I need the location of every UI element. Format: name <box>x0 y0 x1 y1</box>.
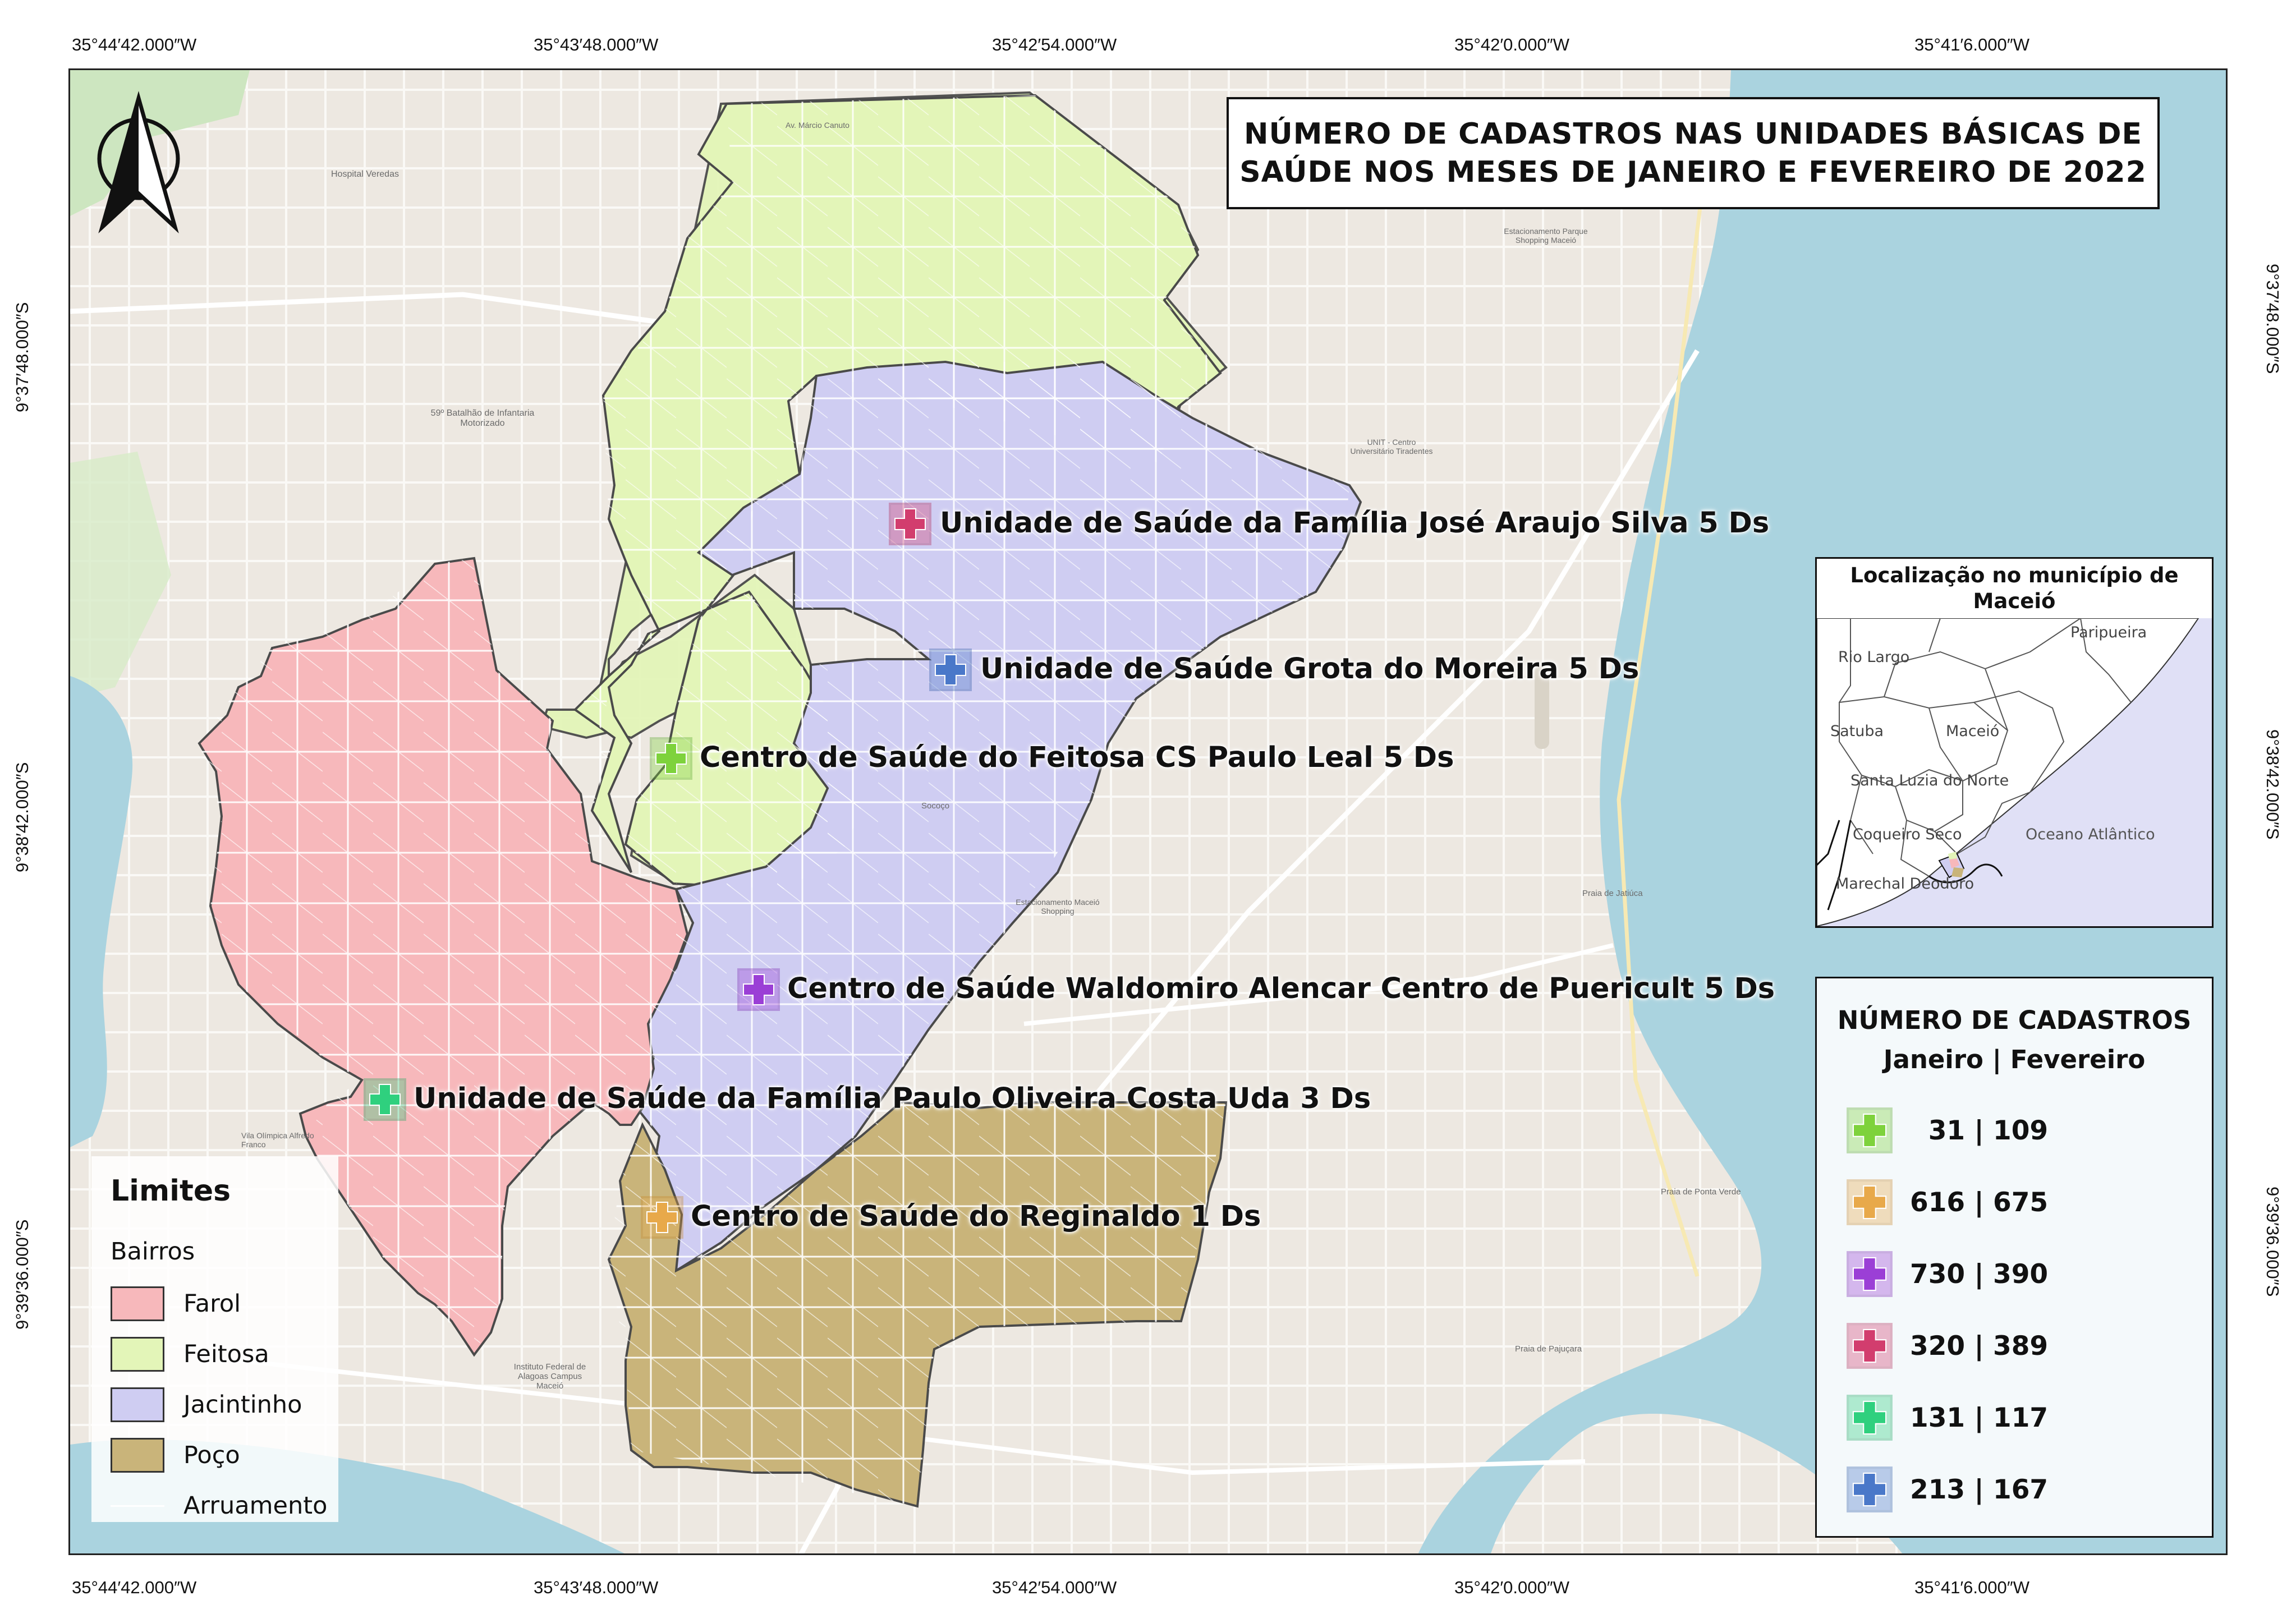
latitude-label-2: 9°38′42.000″S <box>12 762 33 872</box>
longitude-label-bottom-3: 35°42′54.000″W <box>992 1578 1117 1598</box>
legend-cross-icon-crimson <box>1846 1322 1893 1369</box>
feitosa-label: Feitosa <box>183 1340 269 1368</box>
basemap-label-batalhao: 59º Batalhão de Infantaria Motorizado <box>426 408 539 429</box>
limits-item-poco: Poço <box>111 1436 240 1475</box>
basemap-label-vila-olimpica: Vila Olímpica Alfredo Franco <box>241 1131 325 1149</box>
legend-cross-icon-orange <box>1846 1179 1893 1226</box>
longitude-label-bottom-4: 35°42′0.000″W <box>1454 1578 1569 1598</box>
inset-place-oceano: Oceano Atlântico <box>2026 826 2155 843</box>
map-title-line-2: SAÚDE NOS MESES DE JANEIRO E FEVEREIRO D… <box>1239 153 2147 191</box>
limits-item-feitosa: Feitosa <box>111 1335 269 1374</box>
basemap-label-parque-shopping: Estacionamento Parque Shopping Maceió <box>1498 227 1594 245</box>
map-title-box: NÚMERO DE CADASTROS NAS UNIDADES BÁSICAS… <box>1227 97 2160 209</box>
cross-icon-grota-moreira[interactable] <box>929 648 972 692</box>
cross-icon-paulo-oliveira[interactable] <box>363 1078 407 1121</box>
health-unit-label-waldomiro: Centro de Saúde Waldomiro Alencar Centro… <box>787 972 1775 1005</box>
legend-cross-icon-green <box>1846 1107 1893 1154</box>
longitude-label-1: 35°44′42.000″W <box>72 35 196 55</box>
limits-item-jacintinho: Jacintinho <box>111 1385 302 1424</box>
basemap-label-ponta-verde: Praia de Ponta Verde <box>1661 1187 1741 1197</box>
health-unit-label-paulo-oliveira: Unidade de Saúde da Família Paulo Olivei… <box>414 1082 1371 1115</box>
latitude-label-1: 9°37′48.000″S <box>12 302 33 412</box>
legend-cross-icon-teal <box>1846 1394 1893 1441</box>
location-inset: Localização no município de Maceió Rio L… <box>1815 557 2214 928</box>
longitude-label-5: 35°41′6.000″W <box>1914 35 2029 55</box>
cross-icon-reginaldo[interactable] <box>640 1196 684 1239</box>
latitude-label-right-1: 9°37′48.000″S <box>2262 264 2283 374</box>
legend-row-paulo-oliveira: 131 | 117 <box>1846 1392 2048 1443</box>
legend-value-feitosa: 31 | 109 <box>1910 1115 2048 1146</box>
inset-place-maceio: Maceió <box>1946 723 1999 740</box>
cross-icon-jose-araujo[interactable] <box>888 502 932 546</box>
cross-icon-feitosa[interactable] <box>649 737 693 780</box>
basemap-label-sococo: Socoço <box>921 801 949 811</box>
inset-title-line-2: Maceió <box>1973 588 2056 614</box>
basemap-label-av-marcio-canuto: Av. Márcio Canuto <box>786 121 849 130</box>
health-unit-label-reginaldo: Centro de Saúde do Reginaldo 1 Ds <box>691 1200 1261 1233</box>
poco-label: Poço <box>183 1441 240 1469</box>
jacintinho-label: Jacintinho <box>183 1391 302 1419</box>
inset-title: Localização no município de Maceió <box>1817 559 2212 620</box>
count-legend-title: NÚMERO DE CADASTROS <box>1817 1005 2212 1035</box>
basemap-label-hospital-veredas: Hospital Veredas <box>331 169 399 180</box>
limits-item-farol: Farol <box>111 1284 241 1323</box>
longitude-label-3: 35°42′54.000″W <box>992 35 1117 55</box>
longitude-label-4: 35°42′0.000″W <box>1454 35 1569 55</box>
health-unit-label-grota-moreira: Unidade de Saúde Grota do Moreira 5 Ds <box>980 652 1639 686</box>
count-legend-subtitle: Janeiro | Fevereiro <box>1817 1045 2212 1074</box>
arruamento-line-swatch <box>111 1488 164 1523</box>
legend-value-grota-moreira: 213 | 167 <box>1910 1474 2048 1505</box>
farol-swatch <box>111 1286 164 1321</box>
jacintinho-swatch <box>111 1387 164 1422</box>
legend-row-waldomiro: 730 | 390 <box>1846 1249 2048 1299</box>
latitude-label-right-2: 9°38′42.000″S <box>2262 729 2283 839</box>
limits-legend: Limites Bairros Farol Feitosa Jacintinho… <box>91 1156 338 1522</box>
legend-row-reginaldo: 616 | 675 <box>1846 1177 2048 1227</box>
inset-place-rio-largo: Rio Largo <box>1838 649 1909 666</box>
inset-title-line-1: Localização no município de <box>1850 563 2178 588</box>
health-unit-label-jose-araujo: Unidade de Saúde da Família José Araujo … <box>940 507 1769 540</box>
poco-swatch <box>111 1438 164 1473</box>
longitude-label-bottom-1: 35°44′42.000″W <box>72 1578 196 1598</box>
inset-place-satuba: Satuba <box>1830 723 1884 740</box>
farol-label: Farol <box>183 1290 241 1318</box>
limits-item-arruamento: Arruamento <box>111 1486 327 1525</box>
legend-value-jose-araujo: 320 | 389 <box>1910 1331 2048 1362</box>
longitude-label-2: 35°43′48.000″W <box>534 35 658 55</box>
legend-value-paulo-oliveira: 131 | 117 <box>1910 1403 2048 1433</box>
legend-row-feitosa: 31 | 109 <box>1846 1105 2048 1156</box>
basemap-label-unit: UNIT - Centro Universitário Tiradentes <box>1347 438 1436 456</box>
feitosa-swatch <box>111 1337 164 1372</box>
basemap-label-maceio-shopping: Estacionamento Maceió Shopping <box>1016 898 1100 916</box>
longitude-label-bottom-2: 35°43′48.000″W <box>534 1578 658 1598</box>
legend-row-jose-araujo: 320 | 389 <box>1846 1321 2048 1371</box>
longitude-label-bottom-5: 35°41′6.000″W <box>1914 1578 2029 1598</box>
inset-place-marechal: Marechal Deodoro <box>1836 875 1974 893</box>
legend-value-reginaldo: 616 | 675 <box>1910 1187 2048 1218</box>
limits-legend-group: Bairros <box>111 1238 195 1266</box>
basemap-label-pajucara: Praia de Pajuçara <box>1515 1344 1582 1354</box>
arruamento-label: Arruamento <box>183 1492 327 1520</box>
latitude-label-3: 9°39′36.000″S <box>12 1220 33 1330</box>
inset-place-santa-luzia: Santa Luzia do Norte <box>1850 772 2009 789</box>
legend-cross-icon-blue <box>1846 1466 1893 1513</box>
latitude-label-right-3: 9°39′36.000″S <box>2262 1187 2283 1296</box>
basemap-label-ifal: Instituto Federal de Alagoas Campus Mace… <box>505 1362 595 1391</box>
limits-legend-title: Limites <box>111 1174 231 1208</box>
count-legend: NÚMERO DE CADASTROS Janeiro | Fevereiro … <box>1815 977 2214 1538</box>
cross-icon-waldomiro[interactable] <box>737 968 780 1011</box>
legend-value-waldomiro: 730 | 390 <box>1910 1259 2048 1290</box>
map-title-line-1: NÚMERO DE CADASTROS NAS UNIDADES BÁSICAS… <box>1244 115 2142 153</box>
inset-place-coqueiro-seco: Coqueiro Seco <box>1853 826 1962 843</box>
inset-place-paripueira: Paripueira <box>2070 624 2147 641</box>
health-unit-label-feitosa: Centro de Saúde do Feitosa CS Paulo Leal… <box>700 741 1454 774</box>
legend-row-grota-moreira: 213 | 167 <box>1846 1464 2048 1515</box>
legend-cross-icon-purple <box>1846 1250 1893 1298</box>
basemap-label-praia-jatiuca: Praia de Jatiúca <box>1582 889 1643 898</box>
